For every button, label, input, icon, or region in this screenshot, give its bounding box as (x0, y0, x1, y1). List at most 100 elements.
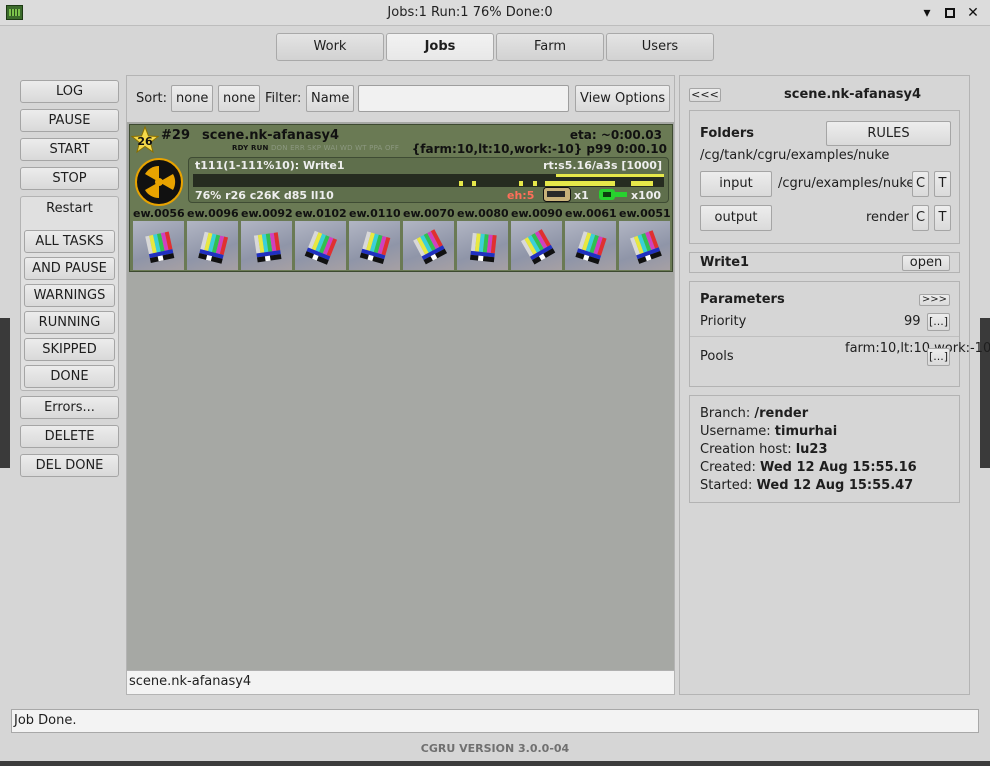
created-value: Wed 12 Aug 15:55.16 (759, 460, 917, 475)
thumbnail[interactable]: ew.0056 (133, 207, 184, 271)
branch-value: /render (754, 406, 809, 421)
close-icon[interactable]: ✕ (964, 4, 982, 22)
hosts-count-x100: x100 (631, 189, 662, 202)
input-terminal-button[interactable]: T (934, 171, 951, 197)
thumbnails: ew.0056 ew.0096 ew.0092 ew.0102 ew.0110 ew.00… (133, 207, 673, 271)
thumbnail[interactable]: ew.0080 (457, 207, 508, 271)
collapse-panel-button[interactable]: <<< (689, 88, 721, 102)
thumbnail-image (133, 221, 184, 270)
main-tabs: Work Jobs Farm Users (276, 33, 714, 61)
thumbnail[interactable]: ew.0090 (511, 207, 562, 271)
thumbnail-image (565, 221, 616, 270)
filter-input[interactable] (358, 85, 569, 112)
restart-label: Restart (46, 201, 93, 216)
left-dock-strip[interactable] (0, 318, 10, 468)
rules-button[interactable]: RULES (826, 121, 951, 146)
thumbnail[interactable]: ew.0102 (295, 207, 346, 271)
restart-done-button[interactable]: DONE (24, 365, 115, 388)
job-states: RDY RUN DON ERR SKP WAI WD WT PPA OFF (232, 144, 399, 152)
nuke-icon (135, 158, 183, 206)
job-number: #29 (161, 128, 190, 143)
sort-secondary-button[interactable]: none (218, 85, 261, 112)
input-folder-button[interactable]: input (700, 171, 772, 197)
edit-pools-button[interactable]: [...] (927, 348, 950, 366)
job-name: scene.nk-afanasy4 (202, 128, 340, 143)
block-section: Write1 open (689, 252, 960, 273)
jobs-panel: Sort: none none Filter: Name View Option… (126, 75, 675, 695)
job-name-field[interactable]: scene.nk-afanasy4 (127, 670, 674, 694)
output-copy-button[interactable]: C (912, 205, 929, 231)
input-copy-button[interactable]: C (912, 171, 929, 197)
restart-and-pause-button[interactable]: AND PAUSE (24, 257, 115, 280)
view-options-button[interactable]: View Options (575, 85, 671, 112)
window-title: Jobs:1 Run:1 76% Done:0 (387, 5, 553, 20)
username-label: Username: (700, 424, 771, 439)
output-folder-button[interactable]: output (700, 205, 772, 231)
folders-label: Folders (700, 126, 755, 141)
created-row: Created: Wed 12 Aug 15:55.16 (700, 460, 917, 475)
delete-button[interactable]: DELETE (20, 425, 119, 448)
priority-label: Priority (700, 314, 747, 329)
block-item[interactable]: t111(1-111%10): Write1 rt:s5.16/a3s [100… (188, 157, 669, 203)
priority-badge: 26 (137, 135, 153, 148)
parameters-label: Parameters (700, 292, 785, 307)
restart-running-button[interactable]: RUNNING (24, 311, 115, 334)
thumbnail-label: ew.0070 (403, 207, 454, 220)
delete-done-button[interactable]: DEL DONE (20, 454, 119, 477)
host-row: Creation host: lu23 (700, 442, 828, 457)
tab-users[interactable]: Users (606, 33, 714, 61)
sort-primary-button[interactable]: none (171, 85, 214, 112)
host-value: lu23 (795, 442, 828, 457)
priority-value: 99 (904, 314, 921, 329)
thumbnail-label: ew.0051 (619, 207, 670, 220)
job-states-on: RDY RUN (232, 144, 269, 152)
tab-jobs[interactable]: Jobs (386, 33, 494, 61)
errors-button[interactable]: Errors... (20, 396, 119, 419)
restart-warnings-button[interactable]: WARNINGS (24, 284, 115, 307)
thumbnail[interactable]: ew.0061 (565, 207, 616, 271)
thumbnail[interactable]: ew.0051 (619, 207, 670, 271)
thumbnail-label: ew.0090 (511, 207, 562, 220)
branch-label: Branch: (700, 406, 751, 421)
pause-button[interactable]: PAUSE (20, 109, 119, 132)
thumbnail[interactable]: ew.0110 (349, 207, 400, 271)
version-label: CGRU VERSION 3.0.0-04 (420, 742, 570, 755)
stop-button[interactable]: STOP (20, 167, 119, 190)
block-name: Write1 (700, 255, 750, 270)
tab-work[interactable]: Work (276, 33, 384, 61)
job-item[interactable]: 26 #29 scene.nk-afanasy4 RDY RUN DON ERR… (129, 124, 673, 272)
block-error-hosts: eh:5 (507, 189, 535, 202)
restart-skipped-button[interactable]: SKIPPED (24, 338, 115, 361)
open-block-button[interactable]: open (902, 255, 950, 271)
log-button[interactable]: LOG (20, 80, 119, 103)
branch-row: Branch: /render (700, 406, 808, 421)
status-bar: Job Done. (11, 709, 979, 733)
thumbnail-image (349, 221, 400, 270)
maximize-icon[interactable] (941, 4, 959, 22)
thumbnail-label: ew.0102 (295, 207, 346, 220)
input-folder-value: /cgru/examples/nuke (778, 176, 915, 191)
output-terminal-button[interactable]: T (934, 205, 951, 231)
filter-field-button[interactable]: Name (306, 85, 355, 112)
minimize-icon[interactable]: ▾ (918, 4, 936, 22)
username-row: Username: timurhai (700, 424, 837, 439)
username-value: timurhai (774, 424, 838, 439)
title-bar: Jobs:1 Run:1 76% Done:0 ▾ ✕ (0, 0, 990, 26)
tickets-icon (543, 187, 571, 206)
thumbnail[interactable]: ew.0070 (403, 207, 454, 271)
block-title: t111(1-111%10): Write1 (195, 159, 345, 172)
thumbnail[interactable]: ew.0096 (187, 207, 238, 271)
job-eta: eta: ~0:00.03 (569, 128, 662, 142)
hosts-icon (598, 187, 628, 206)
thumbnail-label: ew.0110 (349, 207, 400, 220)
start-button[interactable]: START (20, 138, 119, 161)
output-folder-value: render (866, 210, 909, 225)
thumbnail[interactable]: ew.0092 (241, 207, 292, 271)
thumbnail-image (457, 221, 508, 270)
restart-all-tasks-button[interactable]: ALL TASKS (24, 230, 115, 253)
tab-farm[interactable]: Farm (496, 33, 604, 61)
thumbnail-label: ew.0080 (457, 207, 508, 220)
expand-parameters-button[interactable]: >>> (919, 294, 950, 306)
job-capacity: {farm:10,lt:10,work:-10} p99 0:00.10 (411, 142, 667, 156)
edit-priority-button[interactable]: [...] (927, 313, 950, 331)
